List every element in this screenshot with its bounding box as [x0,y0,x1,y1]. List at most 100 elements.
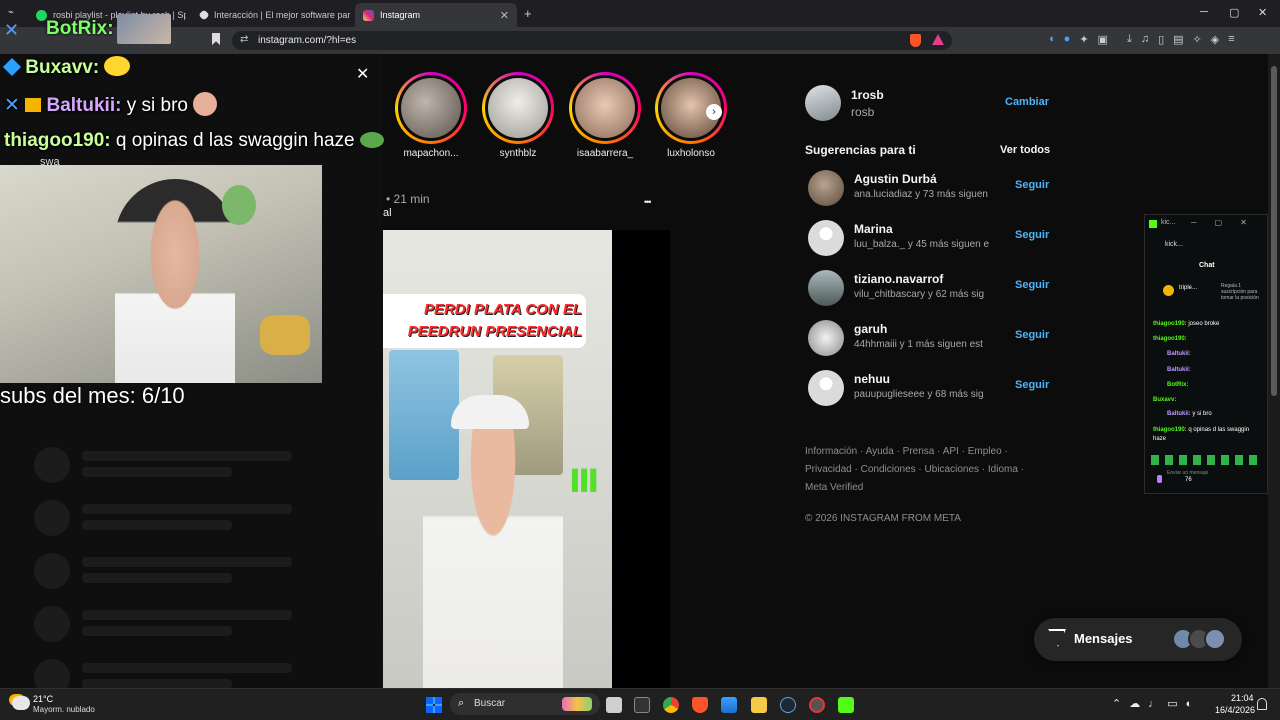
suggestions-title: Sugerencias para ti [805,143,916,157]
download-icon[interactable]: ⤓ [1127,33,1132,47]
start-button-icon[interactable] [426,697,442,713]
footer-link[interactable]: API [943,446,959,457]
default-avatar-icon[interactable] [808,220,844,256]
story-item[interactable]: isaabarrera_ [568,72,642,159]
follow-button[interactable]: Seguir [1015,279,1049,291]
suggestion-username[interactable]: Agustin Durbá [854,172,937,186]
messages-button[interactable]: Mensajes [1034,618,1242,661]
chrome-icon[interactable] [663,697,679,713]
skeleton-bar [82,451,292,461]
follow-button[interactable]: Seguir [1015,229,1049,241]
suggestion-username[interactable]: garuh [854,322,887,336]
kick-viewer-count: 76 [1185,477,1192,483]
extensions-area: ◖ ● ✦ ▣ ⤓ ♫ ▯ ▤ ✧ ◈ ≡ [1048,33,1268,47]
story-item[interactable]: mapachon... [394,72,468,159]
suggestion-followed-by: ana.luciadiaz y 73 más siguen [854,189,988,200]
footer-link[interactable]: Condiciones [861,464,916,475]
new-tab-button[interactable]: + [524,6,532,21]
store-icon[interactable] [721,697,737,713]
clock-date[interactable]: 16/4/2026 [1215,705,1255,715]
kick-chat-popup[interactable]: kic... ─▢✕ kick... Chat triple... Regala… [1144,214,1268,494]
minimize-button[interactable]: ─ [1200,6,1208,18]
address-bar[interactable]: ⇄ instagram.com/?hl=es [232,31,952,50]
puzzle-icon[interactable]: ✦ [1079,33,1088,47]
brave-rewards-icon[interactable] [932,34,944,45]
kick-emote-bar[interactable] [1151,455,1263,465]
vpn-icon[interactable]: ◈ [1211,33,1219,47]
follow-button[interactable]: Seguir [1015,379,1049,391]
skeleton-bar [82,557,292,567]
footer-link[interactable]: Ayuda [866,446,894,457]
brave-icon[interactable] [692,697,708,713]
notification-icon[interactable] [1257,698,1267,710]
footer-link[interactable]: Información [805,446,857,457]
story-username: luxholonso [667,148,715,159]
kick-window-controls[interactable]: ─▢✕ [1191,218,1265,227]
kick-taskbar-icon[interactable] [838,697,854,713]
kick-chat-input[interactable]: Enviar un mensaje [1167,470,1227,488]
app-icon[interactable] [809,697,825,713]
weather-temp[interactable]: 21°C [33,694,53,704]
wallet-icon[interactable]: ▤ [1173,33,1183,47]
suggestion-avatar[interactable] [808,270,844,306]
close-overlay-icon[interactable]: ✕ [356,64,369,84]
footer-link[interactable]: Privacidad [805,464,852,475]
footer-link[interactable]: Meta Verified [805,482,863,493]
steam-icon[interactable] [780,697,796,713]
task-view-icon[interactable] [606,697,622,713]
bookmark-icon[interactable] [212,33,220,45]
media-icon[interactable]: ♫ [1141,33,1149,47]
maximize-button[interactable]: ▢ [1229,6,1239,19]
story-avatar [401,78,461,138]
follow-button[interactable]: Seguir [1015,179,1049,191]
menu-icon[interactable]: ≡ [1228,33,1234,47]
tab-title: Interacción | El mejor software para g [214,10,350,20]
default-avatar-icon[interactable] [808,370,844,406]
kick-input-placeholder: Enviar un mensaje [1167,470,1209,476]
site-info-icon[interactable]: ⇄ [240,34,248,45]
file-explorer-icon[interactable] [751,697,767,713]
close-tab-icon[interactable]: ✕ [500,9,509,22]
kick-logo-icon [1149,220,1157,228]
suggestion-username[interactable]: Marina [854,222,893,236]
suggestion-avatar[interactable] [808,170,844,206]
epic-games-icon[interactable] [634,697,650,713]
crown-badge-icon [25,98,42,112]
streamer-figure [423,395,563,688]
switch-account-link[interactable]: Cambiar [1005,96,1049,108]
story-item[interactable]: synthblz [481,72,555,159]
stories-next-icon[interactable]: › [706,104,722,120]
kick-send-icon[interactable] [1157,475,1162,483]
footer-link[interactable]: Ubicaciones [925,464,979,475]
system-tray[interactable]: ⌃☁♩▭◐ [1112,697,1200,710]
skeleton-avatar [34,553,70,589]
see-all-link[interactable]: Ver todos [1000,144,1050,156]
leo-icon[interactable]: ✧ [1193,33,1202,47]
kick-tab[interactable]: kick... [1165,241,1183,248]
clock-time[interactable]: 21:04 [1231,693,1254,703]
footer-link[interactable]: Prensa [903,446,935,457]
tab-interaccion[interactable]: Interacción | El mejor software para g [192,3,350,27]
suggestion-item: Agustin Durbá ana.luciadiaz y 73 más sig… [808,170,1049,210]
suggestion-avatar[interactable] [808,320,844,356]
close-window-button[interactable]: ✕ [1258,6,1267,19]
footer-link[interactable]: Empleo [968,446,1002,457]
suggestion-username[interactable]: nehuu [854,372,890,386]
sidebar-icon[interactable]: ▯ [1158,33,1164,47]
taskbar-search[interactable]: ⌕ Buscar [450,693,600,715]
profile-username[interactable]: 1rosb [851,88,884,102]
scrollbar-thumb[interactable] [1271,66,1277,396]
suggestion-username[interactable]: tiziano.navarrof [854,272,943,286]
extension-icon[interactable]: ● [1064,33,1071,47]
tab-instagram[interactable]: Instagram ✕ [355,3,517,27]
skeleton-avatar [34,447,70,483]
browser-menu-icon[interactable]: ⌁ [8,7,20,19]
screenshot-icon[interactable]: ▣ [1098,33,1108,47]
post-more-button[interactable]: ••• [644,197,652,207]
weather-icon[interactable] [12,696,30,710]
profile-avatar[interactable] [805,85,841,121]
footer-link[interactable]: Idioma [988,464,1018,475]
brave-shield-icon[interactable] [910,34,921,47]
audio-icon[interactable]: ◖ [1048,33,1055,47]
follow-button[interactable]: Seguir [1015,329,1049,341]
